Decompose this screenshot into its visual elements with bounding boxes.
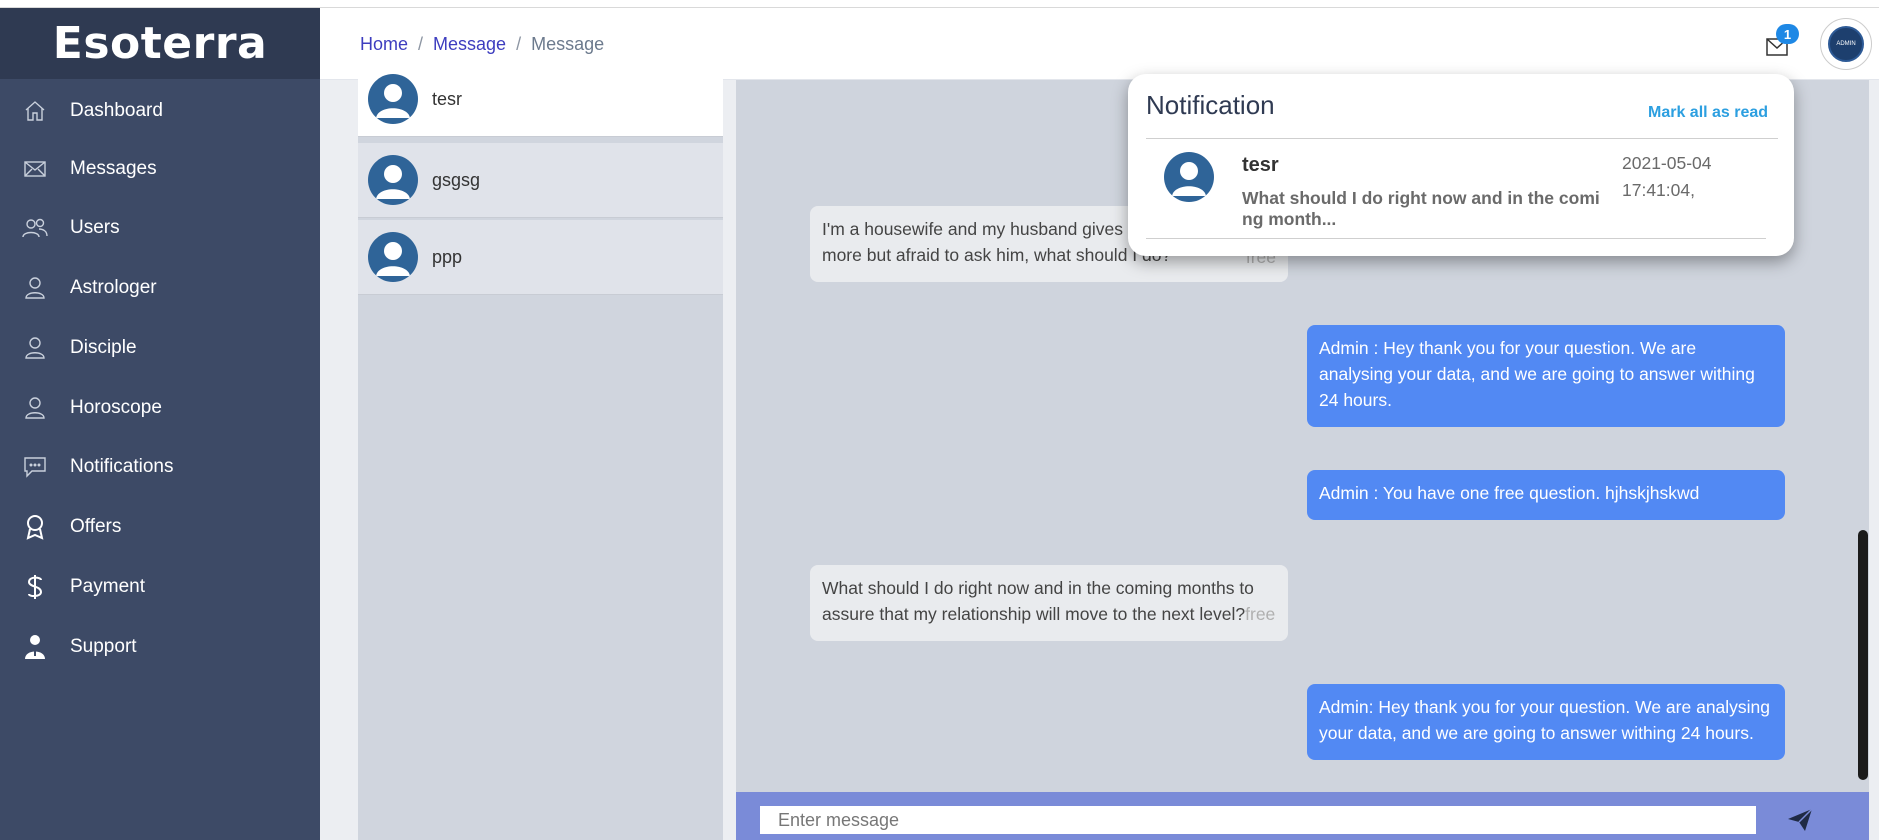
chat-icon (22, 454, 48, 480)
notification-sender: tesr (1242, 154, 1279, 176)
notification-dropdown: Notification Mark all as read tesr What … (1128, 74, 1794, 256)
sidebar-item-support[interactable]: Support (0, 622, 320, 672)
breadcrumb-current: Message (531, 34, 605, 54)
sidebar: Esoterra Dashboard Messages Users Astrol… (0, 8, 320, 840)
message-compose-bar (736, 792, 1869, 840)
sidebar-item-payment[interactable]: Payment (0, 562, 320, 612)
sidebar-item-label: Messages (70, 158, 157, 179)
divider (1146, 138, 1778, 139)
sidebar-item-users[interactable]: Users (0, 203, 320, 253)
sidebar-item-label: Dashboard (70, 100, 163, 121)
sidebar-item-astrologer[interactable]: Astrologer (0, 263, 320, 313)
user-avatar-icon (1164, 152, 1214, 202)
sidebar-item-notifications[interactable]: Notifications (0, 442, 320, 492)
notification-title: Notification (1146, 90, 1275, 120)
message-text: Admin : Hey thank you for your question.… (1319, 338, 1755, 410)
notification-timestamp: 2021-05-04 17:41:04, (1622, 150, 1732, 204)
sidebar-item-horoscope[interactable]: Horoscope (0, 383, 320, 433)
outgoing-message: Admin : You have one free question. hjhs… (1307, 470, 1785, 520)
message-input[interactable] (760, 806, 1756, 834)
notification-item[interactable]: tesr What should I do right now and in t… (1146, 140, 1776, 236)
user-icon (22, 395, 48, 421)
sidebar-item-label: Astrologer (70, 277, 157, 298)
breadcrumb-message[interactable]: Message (433, 34, 506, 55)
sidebar-item-disciple[interactable]: Disciple (0, 323, 320, 373)
award-icon (22, 514, 48, 540)
incoming-message: What should I do right now and in the co… (810, 565, 1288, 641)
dollar-icon (22, 574, 48, 600)
sidebar-item-label: Notifications (70, 456, 174, 477)
free-tag: free (1245, 604, 1276, 624)
sidebar-item-label: Offers (70, 516, 122, 537)
mark-all-read-link[interactable]: Mark all as read (1648, 104, 1768, 122)
support-person-icon (22, 634, 48, 660)
notification-date: 2021-05-04 (1622, 153, 1712, 173)
breadcrumb-separator: / (418, 34, 424, 54)
contact-item[interactable]: ppp (358, 220, 723, 295)
contact-name: tesr (432, 88, 463, 109)
breadcrumb-home[interactable]: Home (360, 34, 408, 55)
top-edge (0, 0, 1879, 8)
message-text: Admin : You have one free question. hjhs… (1319, 483, 1700, 503)
sidebar-item-offers[interactable]: Offers (0, 502, 320, 552)
chat-scrollbar-thumb[interactable] (1858, 530, 1868, 780)
sidebar-item-dashboard[interactable]: Dashboard (0, 86, 320, 136)
notification-time: 17:41:04, (1622, 180, 1695, 200)
divider (1146, 238, 1766, 239)
user-avatar-icon (368, 74, 418, 124)
user-icon (22, 275, 48, 301)
sidebar-item-label: Users (70, 217, 120, 238)
admin-avatar-text: ADMIN (1828, 26, 1864, 62)
contact-list: tesr gsgsg ppp (358, 62, 723, 840)
user-avatar-icon (368, 232, 418, 282)
contact-item[interactable]: gsgsg (358, 143, 723, 218)
breadcrumb-separator: / (516, 34, 522, 54)
contact-name: gsgsg (432, 169, 481, 190)
notification-count-badge: 1 (1776, 24, 1799, 44)
sidebar-item-label: Payment (70, 576, 145, 597)
sidebar-item-label: Horoscope (70, 397, 162, 418)
outgoing-message: Admin: Hey thank you for your question. … (1307, 684, 1785, 760)
home-icon (22, 98, 48, 124)
contact-item[interactable]: tesr (358, 62, 723, 137)
envelope-icon (22, 156, 48, 182)
user-avatar-icon (368, 155, 418, 205)
sidebar-item-label: Disciple (70, 337, 137, 358)
sidebar-item-messages[interactable]: Messages (0, 144, 320, 194)
send-button[interactable] (1784, 806, 1816, 834)
brand-name: Esoterra (52, 18, 268, 69)
message-text: What should I do right now and in the co… (822, 578, 1254, 624)
users-icon (22, 215, 48, 241)
contact-name: ppp (432, 246, 463, 267)
notification-preview: What should I do right now and in the co… (1242, 188, 1600, 229)
message-text: Admin: Hey thank you for your question. … (1319, 697, 1771, 743)
breadcrumb: Home / Message / Message (360, 34, 604, 55)
send-icon (1788, 808, 1813, 831)
outgoing-message: Admin : Hey thank you for your question.… (1307, 325, 1785, 427)
brand-logo[interactable]: Esoterra (0, 8, 320, 79)
admin-avatar[interactable]: ADMIN (1820, 18, 1872, 70)
sidebar-item-label: Support (70, 636, 137, 657)
user-icon (22, 335, 48, 361)
